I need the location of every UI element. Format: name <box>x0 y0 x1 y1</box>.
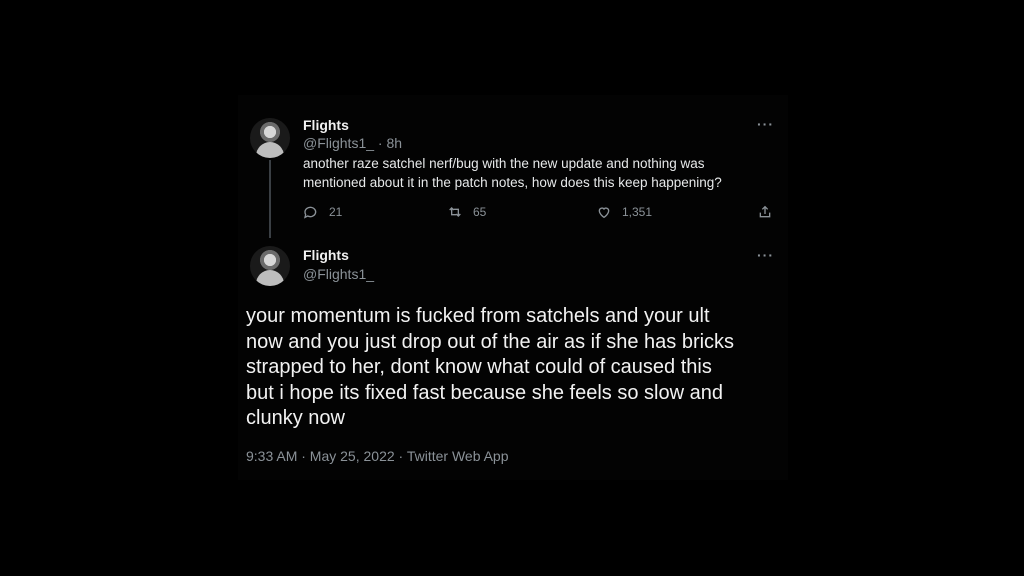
more-options-icon[interactable]: ··· <box>757 247 774 263</box>
author-handle[interactable]: @Flights1_ <box>303 266 374 282</box>
reply-button[interactable]: 21 <box>303 204 342 220</box>
author-name[interactable]: Flights <box>303 117 349 133</box>
like-button[interactable]: 1,351 <box>596 204 652 220</box>
reply-icon <box>304 206 317 219</box>
author-handle-time: @Flights1_ · 8h <box>303 135 403 151</box>
tweet-text-line: another raze satchel nerf/bug with the n… <box>303 156 705 171</box>
tweet-text-line: but i hope its fixed fast because she fe… <box>246 381 723 404</box>
thread-connector <box>269 160 271 238</box>
share-button[interactable] <box>757 204 773 220</box>
share-icon <box>759 205 771 218</box>
tweet-text-line: strapped to her, dont know what could of… <box>246 356 712 378</box>
more-options-icon[interactable]: ··· <box>757 116 774 132</box>
tweet-text-line: clunky now <box>246 407 345 429</box>
like-count: 1,351 <box>622 205 653 219</box>
avatar[interactable] <box>250 118 290 158</box>
retweet-count: 65 <box>473 205 487 219</box>
tweet-body: your momentum is fucked from satchels an… <box>246 304 786 432</box>
avatar[interactable] <box>250 246 290 286</box>
retweet-button[interactable]: 65 <box>447 204 486 220</box>
author-name[interactable]: Flights <box>303 247 349 263</box>
tweet-text-line: mentioned about it in the patch notes, h… <box>303 175 722 190</box>
tweet-timestamp-source[interactable]: 9:33 AM · May 25, 2022 · Twitter Web App <box>246 448 509 464</box>
tweet-text-line: now and you just drop out of the air as … <box>246 330 735 353</box>
reply-count: 21 <box>329 205 343 219</box>
retweet-icon <box>449 207 461 217</box>
tweet-text-line: your momentum is fucked from satchels an… <box>246 305 710 327</box>
heart-icon <box>598 207 610 219</box>
